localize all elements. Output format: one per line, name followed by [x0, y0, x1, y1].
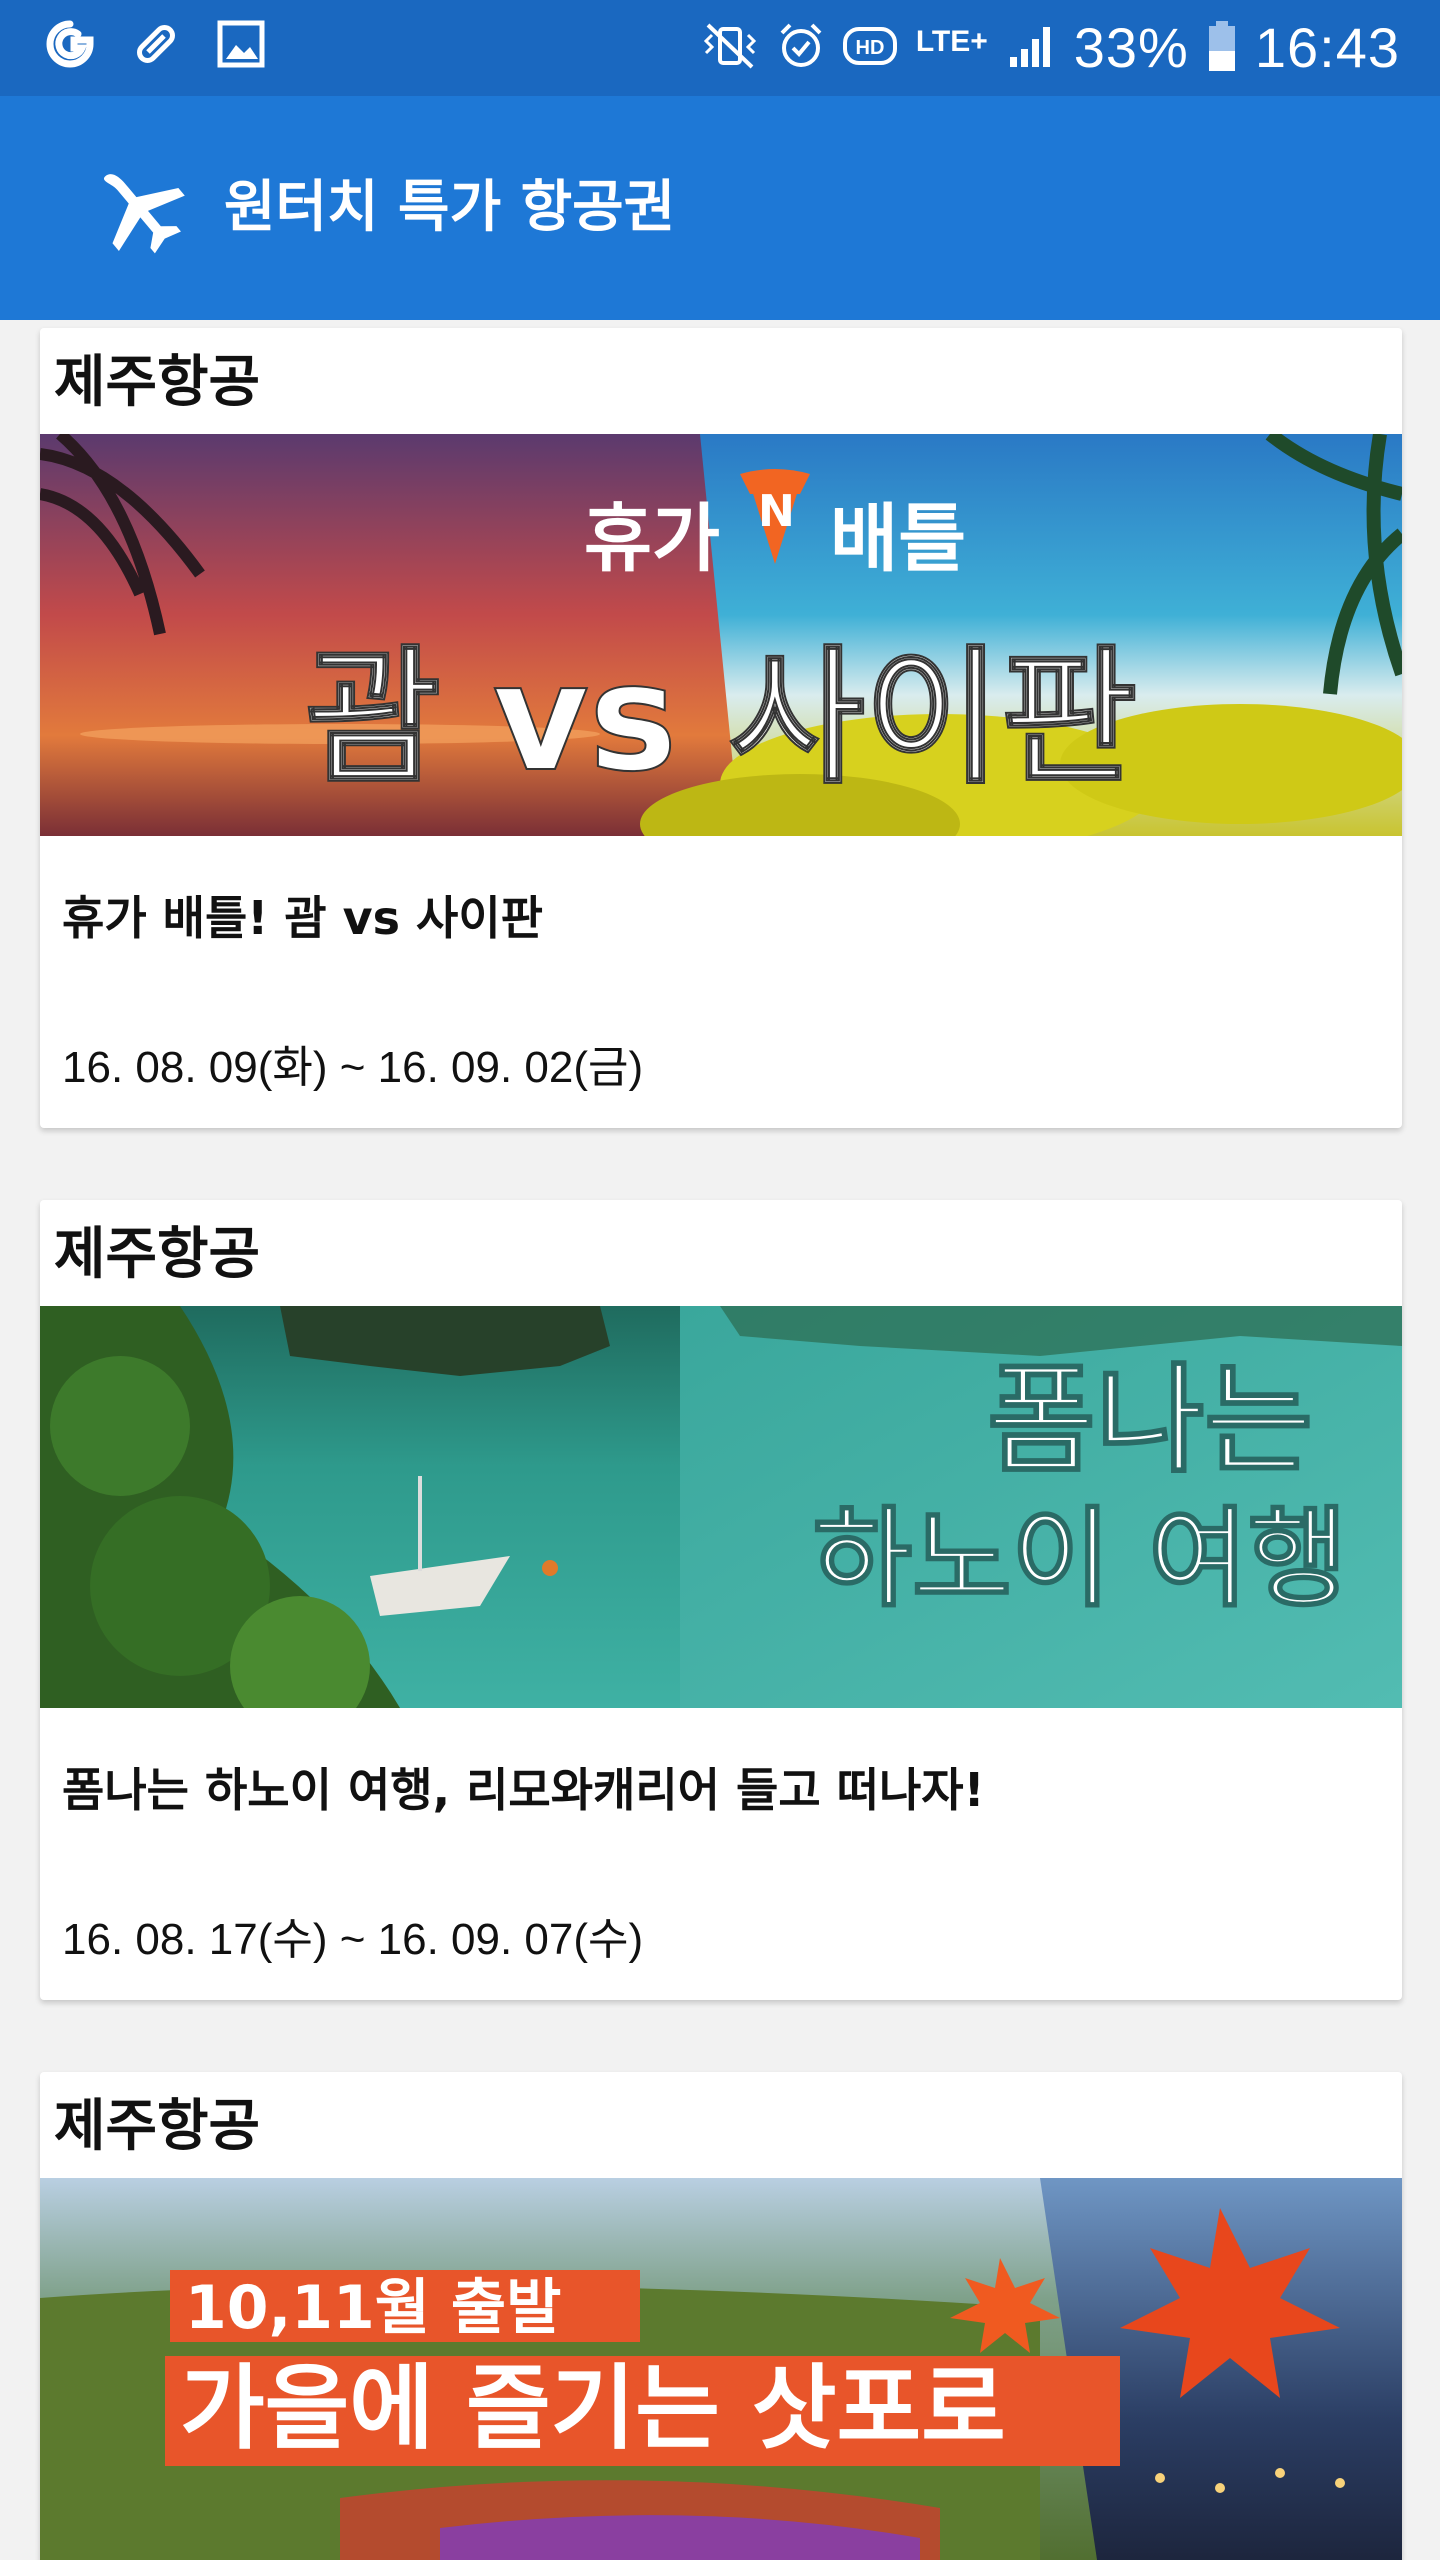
vibrate-off-icon	[700, 21, 760, 75]
banner-line1: 폼나는	[987, 1351, 1313, 1489]
app-title: 원터치 특가 항공권	[224, 175, 676, 240]
deal-banner-image[interactable]: 폼나는 하노이 여행	[40, 1306, 1402, 1708]
banner-badge-text: N	[758, 486, 795, 537]
hd-icon: HD	[842, 21, 898, 75]
deal-card[interactable]: 제주항공	[40, 2072, 1402, 2560]
lte-icon: LTE+	[915, 25, 988, 58]
bandage-icon	[130, 18, 182, 74]
app-bar: 원터치 특가 항공권	[0, 96, 1440, 320]
deal-banner-image[interactable]: 10,11월 출발 가을에 즐기는 삿포로	[40, 2178, 1402, 2560]
deal-card[interactable]: 제주항공	[40, 328, 1402, 1128]
signal-icon	[1006, 21, 1056, 75]
status-bar: HD LTE+ 33% 16:43	[0, 0, 1440, 96]
image-icon	[216, 19, 266, 73]
battery-icon	[1207, 19, 1237, 77]
deal-card[interactable]: 제주항공	[40, 1200, 1402, 2000]
deal-dates: 16. 08. 17(수) ~ 16. 09. 07(수)	[62, 1915, 644, 1964]
banner-line2: 가을에 즐기는 삿포로	[180, 2355, 1006, 2462]
airplane-icon	[84, 158, 194, 258]
deal-banner-image[interactable]: N 휴가 배틀 괌 vs 사이판	[40, 434, 1402, 836]
airline-name: 제주항공	[54, 350, 261, 415]
deal-title: 휴가 배틀! 괌 vs 사이판	[62, 891, 543, 945]
banner-line2: 괌 vs 사이판	[305, 632, 1137, 804]
deal-title: 폼나는 하노이 여행, 리모와캐리어 들고 떠나자!	[62, 1763, 985, 1817]
clock: 16:43	[1254, 16, 1400, 79]
g-icon	[44, 18, 96, 74]
deal-dates: 16. 08. 09(화) ~ 16. 09. 02(금)	[62, 1043, 644, 1092]
banner-line1: 10,11월 출발	[185, 2273, 561, 2343]
battery-percent: 33%	[1073, 16, 1189, 79]
svg-text:HD: HD	[855, 37, 884, 59]
banner-line2: 하노이 여행	[813, 1497, 1347, 1622]
airline-name: 제주항공	[54, 2094, 261, 2159]
alarm-icon	[778, 21, 824, 75]
banner-line1: 휴가	[584, 496, 720, 582]
banner-line1b: 배틀	[830, 496, 966, 582]
airline-name: 제주항공	[54, 1222, 261, 1287]
deal-feed[interactable]: 제주항공 N 휴가 배틀 괌 vs 사이판 휴가 배틀! 괌 vs 사이판 16…	[0, 320, 1440, 2560]
